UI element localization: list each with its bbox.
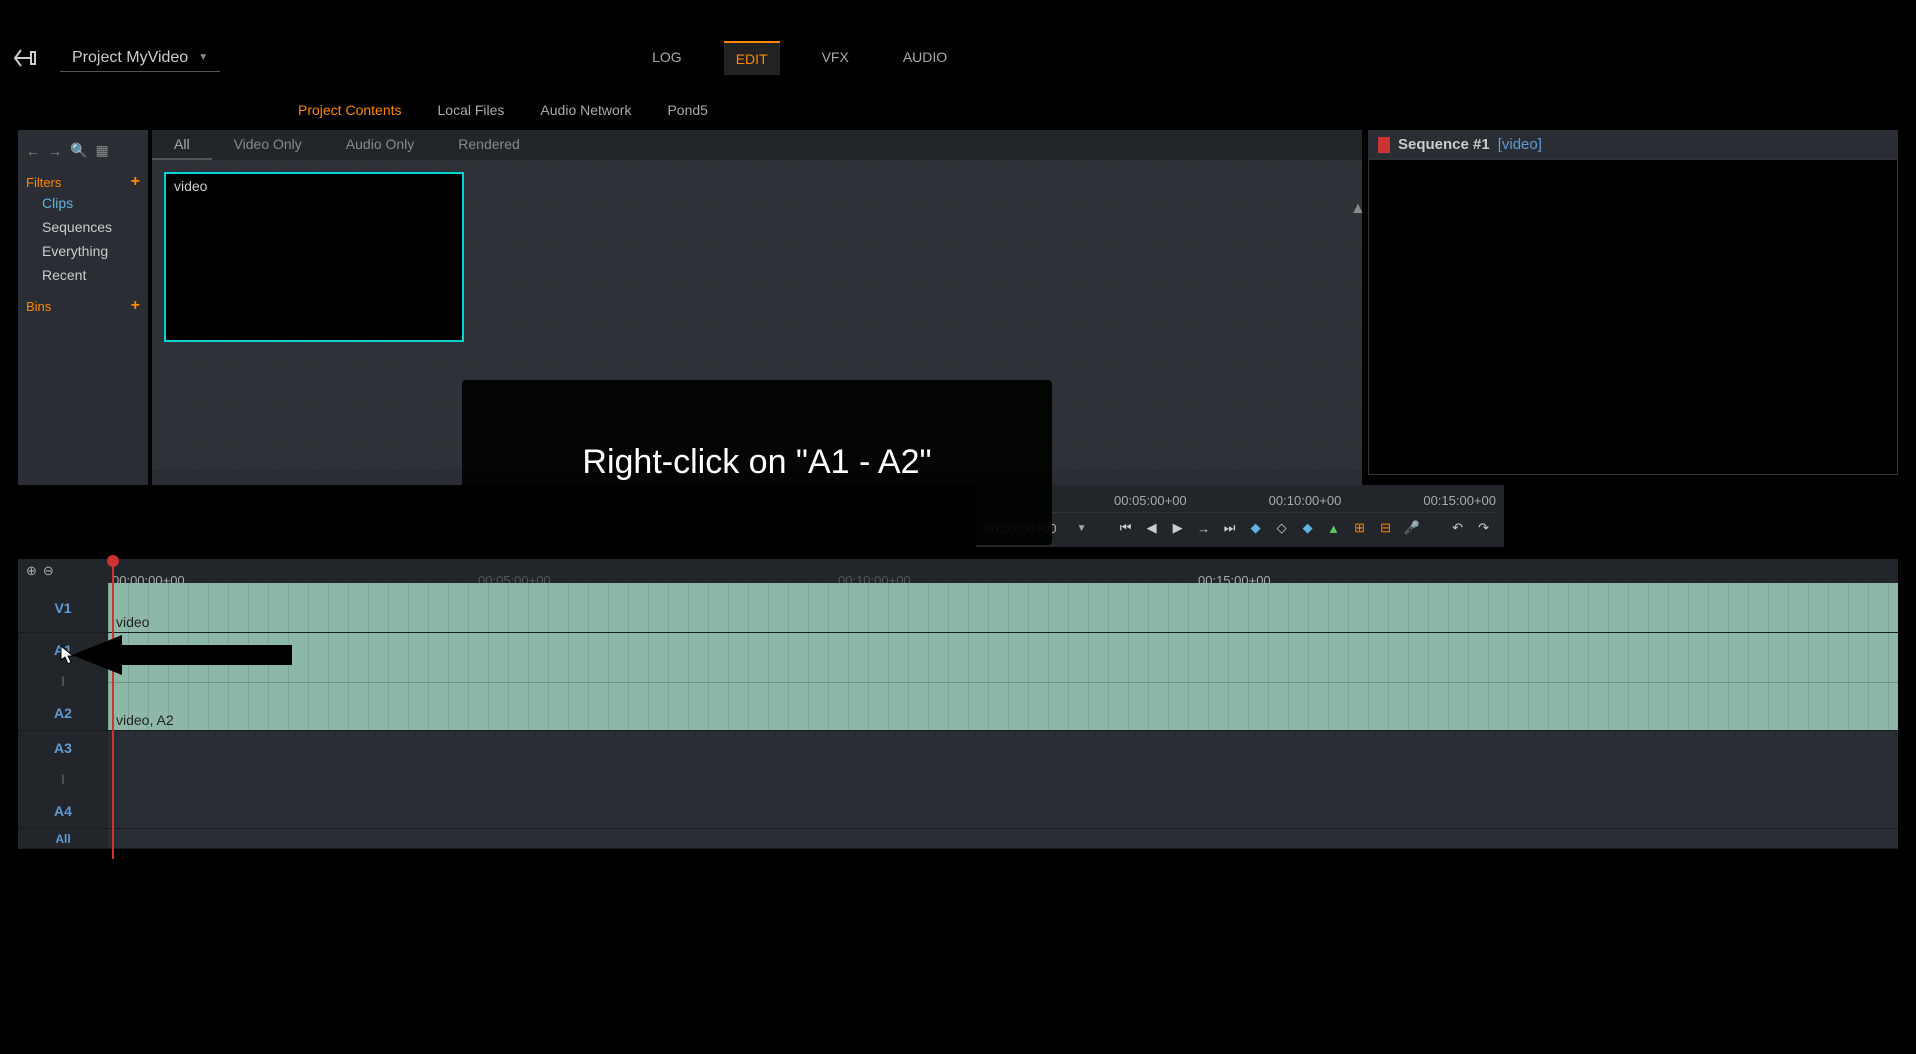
snap-icon[interactable]: ▲ <box>1325 519 1343 537</box>
sidebar-item-sequences[interactable]: Sequences <box>26 215 140 239</box>
undo-icon[interactable]: ↶ <box>1449 519 1467 537</box>
filters-header-label: Filters <box>26 175 61 190</box>
subtab-project-contents[interactable]: Project Contents <box>290 98 410 122</box>
search-icon[interactable]: 🔍 <box>70 142 87 159</box>
viewer-screen[interactable] <box>1368 159 1898 475</box>
play-icon[interactable]: ▶ <box>1169 519 1187 537</box>
track-a1-a2-content[interactable]: video, A2 <box>108 633 1898 730</box>
track-all-content[interactable] <box>108 829 1898 848</box>
bookmark-icon <box>1378 137 1390 153</box>
goto-start-icon[interactable]: ⏮ <box>1117 519 1135 537</box>
nav-back-icon[interactable]: ← <box>26 143 40 159</box>
add-filter-icon[interactable]: + <box>131 173 140 191</box>
clip-thumbnail[interactable]: video <box>164 172 464 342</box>
timeline: ⊕ ⊖ 00:00:00+00 00:05:00+00 00:10:00+00 … <box>0 559 1916 849</box>
viewer-tc-3: 00:15:00+00 <box>1423 493 1496 508</box>
dropdown-icon: ▼ <box>198 52 208 63</box>
mark-icon[interactable]: ◇ <box>1273 519 1291 537</box>
track-label-a3-a4[interactable]: A3 | A4 <box>18 731 108 828</box>
tab-audio[interactable]: AUDIO <box>891 41 959 75</box>
sidebar-item-recent[interactable]: Recent <box>26 263 140 287</box>
instruction-tooltip: Right-click on "A1 - A2" <box>462 380 1052 545</box>
media-tab-all[interactable]: All <box>152 130 212 160</box>
track-v1-content[interactable]: video <box>108 583 1898 632</box>
mark-out-icon[interactable]: ◆ <box>1299 519 1317 537</box>
subtab-audio-network[interactable]: Audio Network <box>532 98 639 122</box>
track-a2-label: A2 <box>54 705 72 721</box>
track-label-v1[interactable]: V1 <box>18 583 108 632</box>
sidebar-item-everything[interactable]: Everything <box>26 239 140 263</box>
sequence-type: [video] <box>1498 136 1542 153</box>
sidebar: ← → 🔍 ▦ Filters + Clips Sequences Everyt… <box>18 130 148 485</box>
track-a3-a4-content[interactable] <box>108 731 1898 828</box>
track-a4-label: A4 <box>54 803 72 819</box>
clip-v1-label: video <box>116 614 149 630</box>
zoom-out-icon[interactable]: ⊖ <box>43 563 54 579</box>
project-title-label: Project MyVideo <box>72 49 188 67</box>
viewer-tc-2: 00:10:00+00 <box>1269 493 1342 508</box>
track-label-all[interactable]: All <box>18 829 108 848</box>
track-link-icon: | <box>62 774 65 785</box>
media-tab-rendered[interactable]: Rendered <box>436 130 542 160</box>
tab-log[interactable]: LOG <box>640 41 694 75</box>
clip-a2-label: video, A2 <box>116 712 174 728</box>
cursor-icon <box>55 644 75 673</box>
subtab-local-files[interactable]: Local Files <box>430 98 513 122</box>
bins-header-label: Bins <box>26 299 51 314</box>
overwrite-icon[interactable]: ⊟ <box>1377 519 1395 537</box>
media-tab-video-only[interactable]: Video Only <box>212 130 324 160</box>
viewer-tc-1: 00:05:00+00 <box>1114 493 1187 508</box>
grid-icon[interactable]: ▦ <box>95 142 108 159</box>
goto-end-icon[interactable]: ⏭ <box>1221 519 1239 537</box>
mark-in-icon[interactable]: ◆ <box>1247 519 1265 537</box>
mic-icon[interactable]: 🎤 <box>1403 519 1421 537</box>
dropdown-icon[interactable]: ▼ <box>1077 523 1087 534</box>
track-a3-label: A3 <box>54 740 72 756</box>
playhead[interactable] <box>112 559 114 859</box>
step-forward-icon[interactable]: → <box>1195 519 1213 537</box>
add-bin-icon[interactable]: + <box>131 297 140 315</box>
tab-vfx[interactable]: VFX <box>810 41 861 75</box>
media-tab-audio-only[interactable]: Audio Only <box>324 130 436 160</box>
project-title-dropdown[interactable]: Project MyVideo ▼ <box>60 45 220 72</box>
instruction-text: Right-click on "A1 - A2" <box>582 443 931 482</box>
step-back-icon[interactable]: ◀ <box>1143 519 1161 537</box>
clip-thumbnail-label: video <box>174 178 207 194</box>
tab-edit[interactable]: EDIT <box>724 41 780 75</box>
track-link-icon: | <box>62 676 65 687</box>
zoom-in-icon[interactable]: ⊕ <box>26 563 37 579</box>
pointer-arrow <box>72 630 292 685</box>
subtab-pond5[interactable]: Pond5 <box>659 98 715 122</box>
redo-icon[interactable]: ↷ <box>1475 519 1493 537</box>
scroll-up-icon[interactable]: ▲ <box>1350 200 1360 220</box>
back-button[interactable] <box>10 43 40 73</box>
insert-icon[interactable]: ⊞ <box>1351 519 1369 537</box>
sidebar-item-clips[interactable]: Clips <box>26 191 140 215</box>
nav-forward-icon[interactable]: → <box>48 143 62 159</box>
viewer-panel: Sequence #1 [video] <box>1368 130 1898 485</box>
sequence-name: Sequence #1 <box>1398 136 1490 153</box>
